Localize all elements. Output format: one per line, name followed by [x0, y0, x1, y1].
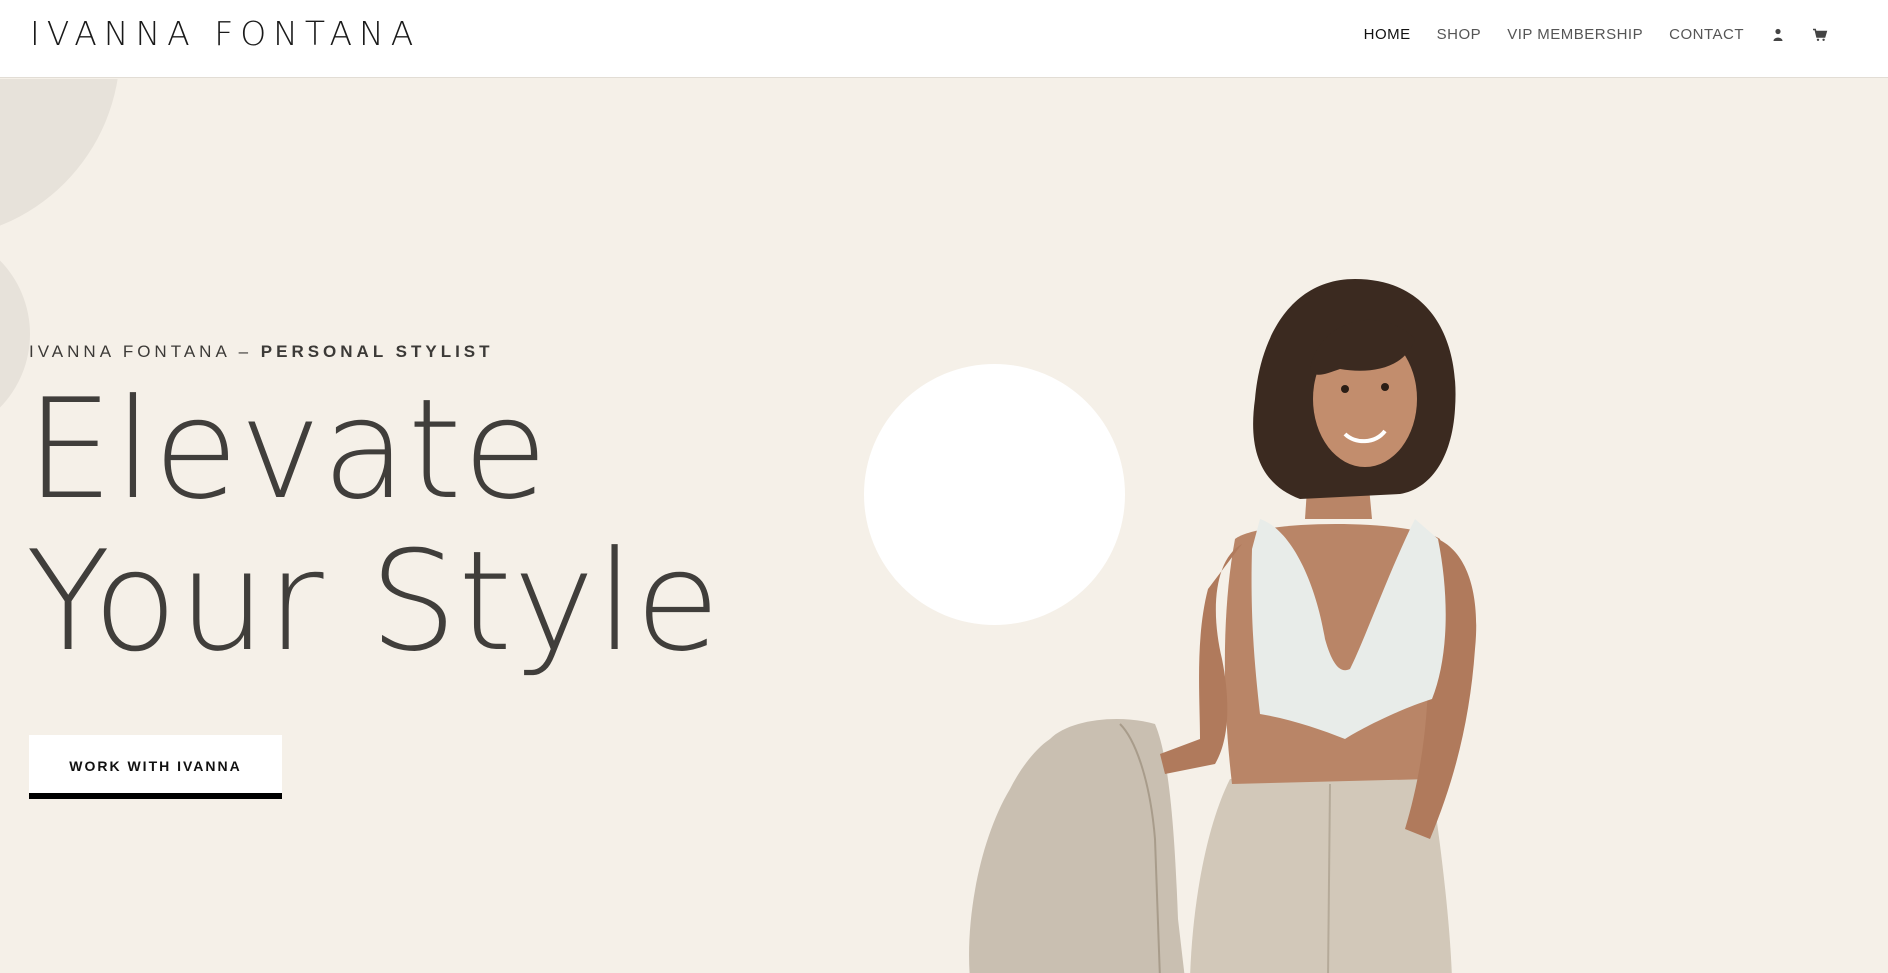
decorative-circle — [0, 79, 120, 239]
tagline-bold: PERSONAL STYLIST — [260, 342, 494, 361]
tagline-prefix: IVANNA FONTANA – — [29, 342, 253, 361]
hero-section: IVANNA FONTANA – PERSONAL STYLIST Elevat… — [0, 79, 1888, 973]
nav-item-contact[interactable]: CONTACT — [1669, 26, 1744, 43]
headline-line-1: Elevate — [26, 369, 549, 530]
headline-line-2: Your Style — [26, 521, 722, 682]
site-logo[interactable]: IVANNA FONTANA — [30, 14, 420, 53]
model-photo — [969, 279, 1477, 973]
user-icon[interactable] — [1770, 27, 1786, 43]
work-with-ivanna-button[interactable]: WORK WITH IVANNA — [29, 735, 282, 799]
hero-headline: Elevate Your Style — [26, 374, 721, 678]
main-nav: HOME SHOP VIP MEMBERSHIP CONTACT — [1364, 26, 1828, 43]
site-header: IVANNA FONTANA HOME SHOP VIP MEMBERSHIP … — [0, 0, 1888, 78]
nav-item-vip-membership[interactable]: VIP MEMBERSHIP — [1507, 26, 1643, 43]
hero-tagline: IVANNA FONTANA – PERSONAL STYLIST — [29, 342, 494, 362]
cart-icon[interactable] — [1812, 27, 1828, 43]
nav-item-shop[interactable]: SHOP — [1437, 26, 1482, 43]
nav-item-home[interactable]: HOME — [1364, 26, 1411, 43]
